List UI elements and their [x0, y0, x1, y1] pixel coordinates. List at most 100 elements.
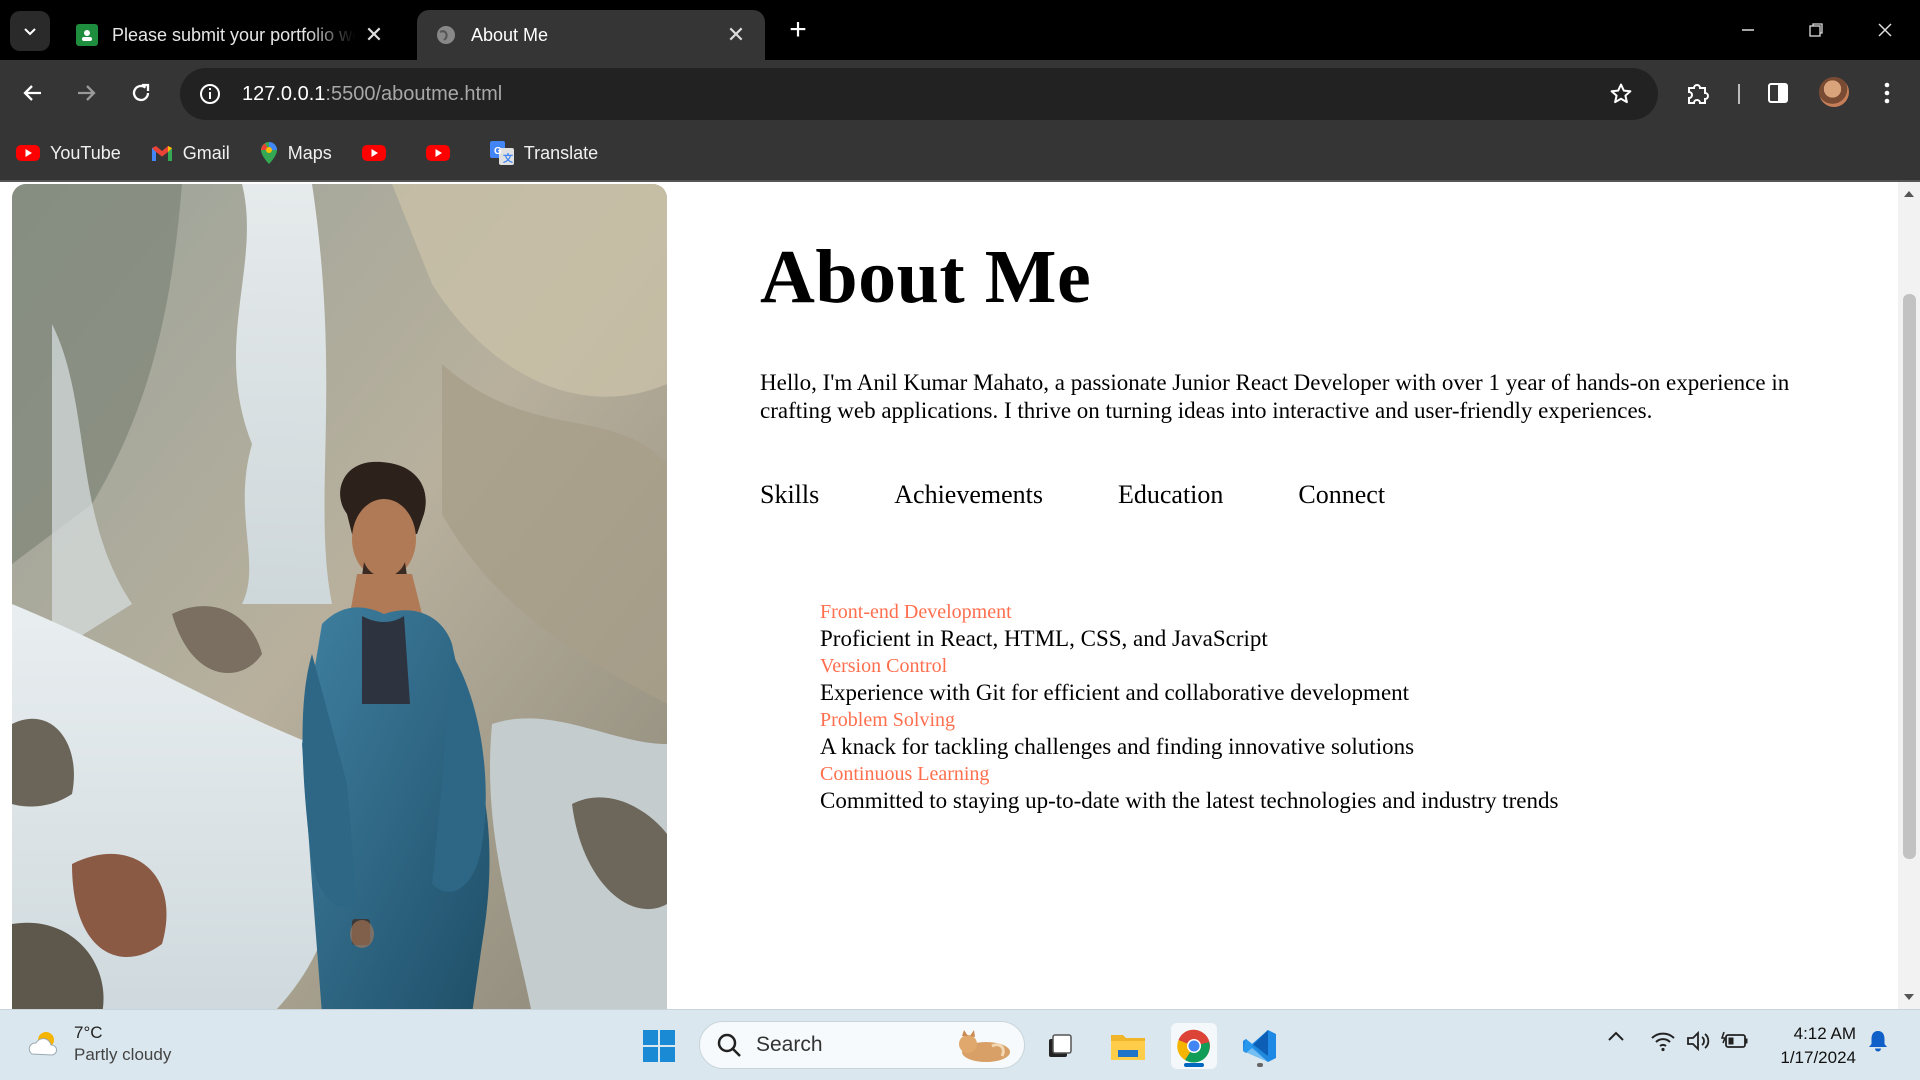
bookmark-translate[interactable]: G文 Translate [489, 141, 599, 165]
intro-paragraph: Hello, I'm Anil Kumar Mahato, a passiona… [760, 370, 1790, 423]
maps-icon [260, 141, 278, 165]
list-item: Version Control Experience with Git for … [820, 655, 1558, 708]
task-view-button[interactable] [1036, 1023, 1082, 1069]
tab-title: Please submit your portfolio website [112, 24, 355, 45]
globe-icon [435, 24, 457, 46]
tab-search-button[interactable] [10, 11, 50, 51]
tab-education[interactable]: Education [1118, 480, 1223, 510]
new-tab-button[interactable]: + [780, 12, 816, 48]
page-scrollbar[interactable] [1898, 182, 1920, 1009]
speaker-icon [1687, 1030, 1710, 1052]
toolbar-separator [1738, 84, 1740, 104]
volume-status[interactable] [1684, 1030, 1712, 1052]
skill-description: A knack for tackling challenges and find… [820, 734, 1415, 759]
wifi-status[interactable] [1649, 1030, 1677, 1052]
bookmarks-bar: YouTube Gmail Maps G文 Translate [0, 126, 1920, 180]
taskbar-search[interactable]: Search [699, 1021, 1025, 1069]
translate-icon: G文 [489, 141, 514, 165]
svg-text:G: G [494, 146, 502, 157]
vscode-taskbar-button[interactable] [1237, 1023, 1283, 1069]
bookmark-youtube-2[interactable] [361, 144, 396, 162]
bookmark-star-icon[interactable] [1604, 77, 1638, 111]
youtube-icon [361, 144, 386, 162]
weather-temperature: 7°C [74, 1023, 103, 1042]
site-info-icon[interactable] [190, 74, 230, 114]
profile-avatar[interactable] [1819, 77, 1849, 107]
reload-icon [132, 83, 150, 102]
restore-icon [1809, 23, 1823, 37]
section-tabs: Skills Achievements Education Connect [760, 480, 1460, 510]
close-icon [1878, 23, 1892, 37]
side-panel-button[interactable] [1760, 75, 1796, 111]
skill-title: Problem Solving [820, 709, 956, 731]
system-clock[interactable]: 4:12 AM 1/17/2024 [1770, 1022, 1856, 1070]
extensions-button[interactable] [1680, 75, 1716, 111]
weather-widget[interactable]: 7°C Partly cloudy [26, 1022, 171, 1066]
bookmark-gmail[interactable]: Gmail [151, 143, 230, 164]
youtube-icon [425, 144, 450, 162]
puzzle-icon [1688, 84, 1709, 104]
url-text: 127.0.0.1:5500/aboutme.html [242, 83, 502, 106]
bell-icon [1869, 1031, 1887, 1052]
minimize-icon [1742, 29, 1754, 31]
profile-photo [12, 184, 667, 1009]
tab-about-me[interactable]: About Me ✕ [417, 10, 765, 60]
chrome-taskbar-button[interactable] [1171, 1023, 1217, 1069]
back-button[interactable] [15, 75, 51, 111]
about-me-page: About Me Hello, I'm Anil Kumar Mahato, a… [0, 182, 1898, 1009]
close-tab-icon[interactable]: ✕ [725, 22, 747, 48]
battery-charging-icon [1721, 1031, 1748, 1048]
restore-button[interactable] [1786, 10, 1846, 50]
folder-icon [1111, 1035, 1145, 1060]
forward-button[interactable] [68, 75, 104, 111]
bookmark-maps[interactable]: Maps [260, 141, 332, 165]
minimize-button[interactable] [1718, 10, 1778, 50]
browser-toolbar: 127.0.0.1:5500/aboutme.html [0, 60, 1920, 126]
start-button[interactable] [636, 1023, 682, 1069]
skill-description: Experience with Git for efficient and co… [820, 680, 1410, 705]
list-item: Problem Solving A knack for tackling cha… [820, 709, 1558, 762]
weather-description: Partly cloudy [74, 1045, 172, 1064]
address-bar[interactable]: 127.0.0.1:5500/aboutme.html [180, 68, 1658, 120]
skill-description: Committed to staying up-to-date with the… [820, 788, 1559, 813]
reload-button[interactable] [123, 75, 159, 111]
clock-date: 1/17/2024 [1780, 1048, 1856, 1067]
bookmark-youtube-3[interactable] [425, 144, 460, 162]
tab-achievements[interactable]: Achievements [894, 480, 1043, 510]
windows-taskbar: 7°C Partly cloudy Search 4:12 AM 1/17/20… [0, 1009, 1920, 1080]
active-app-indicator [1184, 1063, 1204, 1067]
scroll-up-arrow-icon[interactable] [1903, 188, 1915, 198]
show-hidden-icons-button[interactable] [1604, 1030, 1628, 1042]
tab-connect[interactable]: Connect [1298, 480, 1385, 510]
running-app-indicator [1257, 1063, 1263, 1067]
close-window-button[interactable] [1855, 10, 1915, 50]
battery-status[interactable] [1720, 1030, 1750, 1050]
list-item: Continuous Learning Committed to staying… [820, 763, 1558, 816]
notifications-button[interactable] [1866, 1030, 1890, 1052]
taskbar-search-label: Search [756, 1033, 823, 1056]
skill-title: Version Control [820, 655, 948, 677]
scroll-down-arrow-icon[interactable] [1903, 993, 1915, 1003]
browser-tab-bar: Please submit your portfolio website ✕ A… [0, 0, 1920, 60]
close-tab-icon[interactable]: ✕ [363, 22, 385, 48]
search-highlight-icon [959, 1030, 1010, 1062]
tab-portfolio-submit[interactable]: Please submit your portfolio website ✕ [58, 10, 403, 60]
chevron-up-icon [1608, 1031, 1624, 1041]
bookmark-youtube[interactable]: YouTube [16, 143, 121, 164]
search-icon [717, 1033, 741, 1057]
clock-time: 4:12 AM [1793, 1024, 1856, 1043]
skill-title: Front-end Development [820, 601, 1012, 623]
list-item: Front-end Development Proficient in Reac… [820, 601, 1558, 654]
scrollbar-thumb[interactable] [1903, 294, 1916, 859]
file-explorer-button[interactable] [1105, 1023, 1151, 1069]
chrome-icon [1177, 1029, 1210, 1063]
partly-cloudy-icon [28, 1032, 58, 1056]
page-title: About Me [760, 235, 1092, 319]
youtube-icon [16, 144, 40, 162]
kebab-menu-icon [1884, 82, 1890, 104]
browser-menu-button[interactable] [1869, 75, 1905, 111]
bookmark-label: Translate [523, 142, 599, 163]
side-panel-icon [1768, 83, 1788, 103]
tab-skills[interactable]: Skills [760, 480, 819, 510]
wifi-icon [1651, 1032, 1675, 1052]
